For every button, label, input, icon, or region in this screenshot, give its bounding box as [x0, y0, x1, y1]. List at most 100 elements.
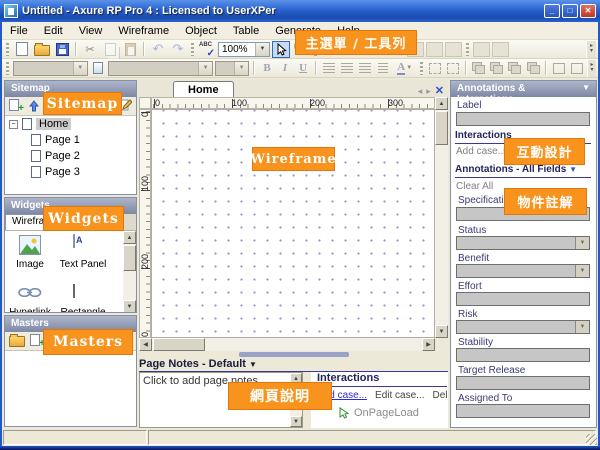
page-notes-header[interactable]: Page Notes - Default: [139, 358, 246, 370]
canvas-vscrollbar[interactable]: ▲ ▼: [435, 97, 448, 338]
resize-grip[interactable]: [586, 434, 597, 445]
table-button[interactable]: [473, 42, 490, 57]
style-select[interactable]: ▼: [13, 61, 88, 76]
font-select[interactable]: ▼: [108, 61, 213, 76]
scrollbar-thumb[interactable]: [123, 245, 136, 271]
new-button[interactable]: [13, 41, 31, 58]
close-button[interactable]: ✕: [580, 4, 596, 18]
effort-input[interactable]: [456, 292, 590, 306]
menu-table[interactable]: Table: [225, 23, 267, 39]
chevron-down-icon[interactable]: ▼: [255, 43, 269, 56]
title-bar[interactable]: Untitled - Axure RP Pro 4 : Licensed to …: [0, 0, 600, 22]
scroll-down-icon[interactable]: ▼: [290, 416, 302, 427]
status-select[interactable]: ▼: [456, 236, 590, 250]
widget-image[interactable]: [19, 235, 41, 258]
align-bottom-button[interactable]: [445, 42, 462, 57]
copy-button[interactable]: [101, 41, 119, 58]
ungroup-button[interactable]: [445, 60, 461, 77]
tab-home[interactable]: Home: [173, 81, 234, 97]
annotations-panel-header[interactable]: Annotations & Interactions ▼: [451, 81, 596, 97]
widget-text-panel[interactable]: [73, 235, 75, 247]
tree-item-page2[interactable]: Page 2: [5, 148, 136, 164]
scroll-down-icon[interactable]: ▼: [123, 300, 136, 313]
edit-style-button[interactable]: [90, 60, 106, 77]
toolbar-grip[interactable]: [6, 43, 9, 56]
bold-button[interactable]: B: [259, 60, 275, 77]
send-backward-button[interactable]: [507, 60, 523, 77]
group-button[interactable]: [427, 60, 443, 77]
widget-hyperlink[interactable]: [18, 287, 42, 301]
italic-button[interactable]: I: [277, 60, 293, 77]
align-center-button[interactable]: [339, 60, 355, 77]
notes-splitter[interactable]: [139, 351, 448, 358]
toolbar-grip[interactable]: [466, 43, 469, 56]
send-to-back-button[interactable]: [525, 60, 541, 77]
target-release-input[interactable]: [456, 376, 590, 390]
underline-button[interactable]: U: [295, 60, 311, 77]
save-button[interactable]: [53, 41, 71, 58]
widgets-scrollbar[interactable]: ▲ ▼: [123, 231, 136, 313]
toolbar-overflow-button[interactable]: ▸▾: [587, 60, 596, 77]
benefit-select[interactable]: ▼: [456, 264, 590, 278]
distribute-v-button[interactable]: [569, 60, 585, 77]
bullet-list-button[interactable]: [375, 60, 391, 77]
tab-scroll-right-icon[interactable]: ▸: [426, 86, 431, 97]
pointer-tool-button[interactable]: [272, 41, 290, 58]
add-page-button[interactable]: +: [9, 99, 24, 114]
menu-object[interactable]: Object: [177, 23, 225, 39]
close-tab-icon[interactable]: ✕: [435, 84, 444, 97]
font-color-button[interactable]: A▼: [393, 60, 416, 77]
edit-case-link[interactable]: Edit case...: [375, 390, 424, 401]
tree-item-page3[interactable]: Page 3: [5, 164, 136, 180]
scroll-up-icon[interactable]: ▲: [123, 231, 136, 244]
assigned-to-input[interactable]: [456, 404, 590, 418]
menu-edit[interactable]: Edit: [36, 23, 71, 39]
align-right-button[interactable]: [357, 60, 373, 77]
stability-input[interactable]: [456, 348, 590, 362]
risk-select[interactable]: ▼: [456, 320, 590, 334]
align-middle-button[interactable]: [426, 42, 443, 57]
align-left-button[interactable]: [321, 60, 337, 77]
toolbar-grip[interactable]: [420, 62, 423, 75]
wireframe-canvas[interactable]: [151, 109, 435, 338]
distribute-h-button[interactable]: [551, 60, 567, 77]
redo-button[interactable]: ↷: [169, 41, 187, 58]
splitter-handle[interactable]: [239, 352, 349, 357]
zoom-select[interactable]: 100% ▼: [218, 42, 270, 57]
toolbar-grip[interactable]: [6, 62, 9, 75]
bring-forward-button[interactable]: [489, 60, 505, 77]
tree-item-home[interactable]: − Home: [5, 116, 136, 132]
open-master-button[interactable]: [9, 336, 25, 347]
undo-button[interactable]: ↶: [149, 41, 167, 58]
paste-button[interactable]: [121, 41, 139, 58]
minimize-button[interactable]: _: [544, 4, 560, 18]
open-button[interactable]: [33, 41, 51, 58]
clear-all-link[interactable]: Clear All: [456, 181, 493, 192]
insert-column-button[interactable]: [492, 42, 509, 57]
toolbar-grip[interactable]: [191, 43, 194, 56]
widget-rectangle[interactable]: [73, 285, 75, 297]
delete-case-link[interactable]: Delete ca...: [433, 390, 449, 401]
onpageload-event[interactable]: OnPageLoad: [354, 407, 419, 419]
scroll-up-icon[interactable]: ▲: [435, 97, 448, 110]
tree-item-page1[interactable]: Page 1: [5, 132, 136, 148]
dropdown-arrow-icon[interactable]: ▼: [582, 83, 590, 97]
masters-list[interactable]: [5, 351, 136, 427]
scroll-down-icon[interactable]: ▼: [435, 325, 448, 338]
canvas-hscrollbar[interactable]: ◀ ▶: [139, 338, 435, 351]
maximize-button[interactable]: □: [562, 4, 578, 18]
label-field-input[interactable]: [456, 112, 590, 126]
scroll-left-icon[interactable]: ◀: [139, 338, 152, 351]
collapse-icon[interactable]: −: [9, 120, 18, 129]
chevron-down-icon[interactable]: ▼: [575, 237, 589, 249]
add-case-link[interactable]: Add case...: [456, 146, 506, 157]
tab-scroll-left-icon[interactable]: ◂: [418, 86, 423, 97]
menu-view[interactable]: View: [71, 23, 111, 39]
spellcheck-button[interactable]: ABC✓: [198, 41, 216, 58]
menu-file[interactable]: File: [2, 23, 36, 39]
cut-button[interactable]: ✂: [81, 41, 99, 58]
scrollbar-thumb[interactable]: [153, 338, 205, 351]
chevron-down-icon[interactable]: ▼: [575, 321, 589, 333]
dropdown-arrow-icon[interactable]: ▼: [569, 165, 577, 174]
menu-wireframe[interactable]: Wireframe: [110, 23, 177, 39]
